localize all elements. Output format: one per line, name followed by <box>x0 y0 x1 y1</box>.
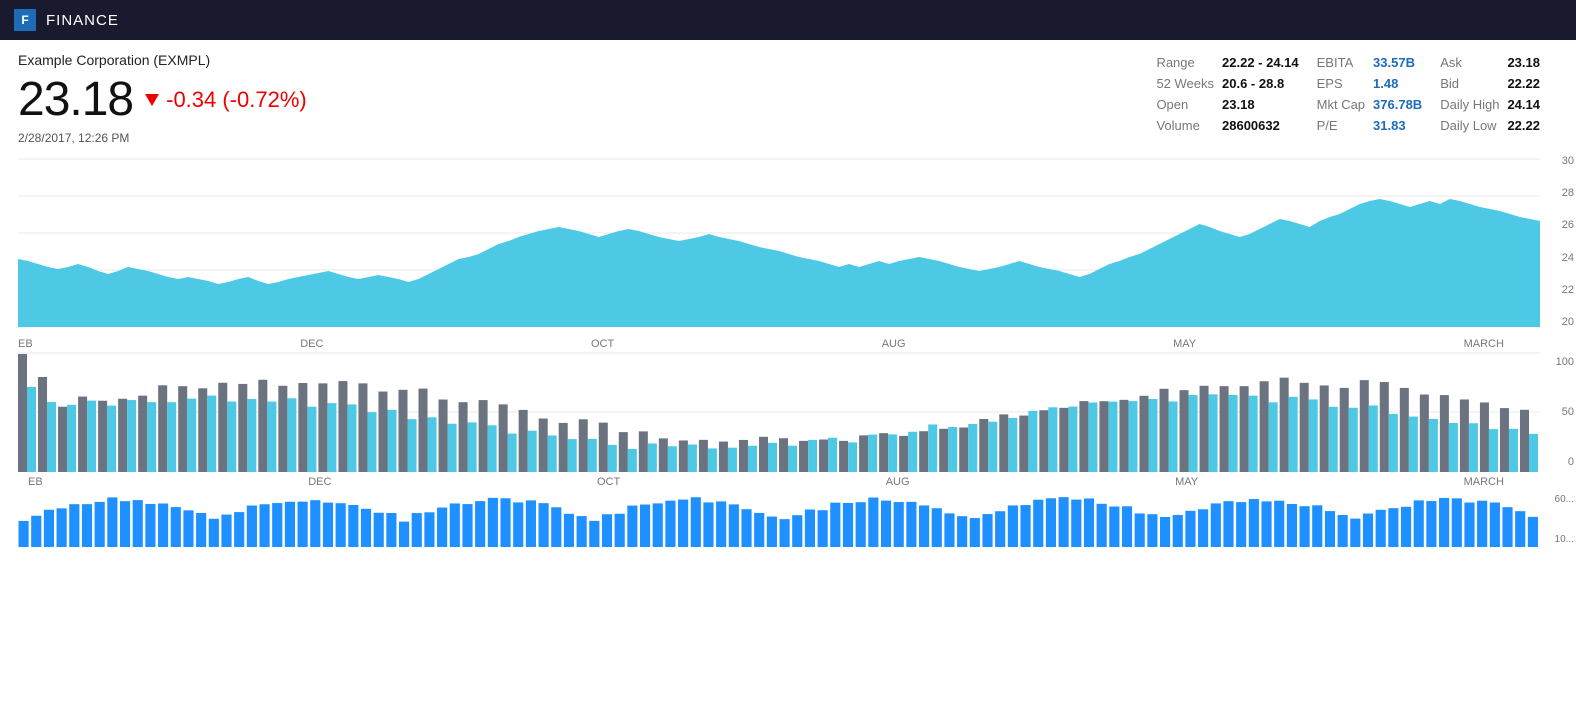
ebita-value: 33.57B <box>1373 52 1440 73</box>
stock-left-info: Example Corporation (EXMPL) 23.18 -0.34 … <box>18 52 307 145</box>
indicator-chart-wrapper: 100 50 0 <box>18 352 1576 472</box>
bid-label: Bid <box>1440 73 1507 94</box>
daily-high-value: 24.14 <box>1507 94 1558 115</box>
price-chart-svg <box>18 149 1540 334</box>
range-value: 22.22 - 24.14 <box>1222 52 1317 73</box>
price-x-axis: EB DEC OCT AUG MAY MARCH <box>18 334 1540 350</box>
price-axis-label-22: 22 <box>1542 284 1574 296</box>
ask-value: 23.18 <box>1507 52 1558 73</box>
x-label-march: MARCH <box>1464 338 1504 350</box>
daily-high-label: Daily High <box>1440 94 1507 115</box>
volume-value: 28600632 <box>1222 115 1317 136</box>
x-label-may: MAY <box>1173 338 1196 350</box>
stock-stats-table: Range 22.22 - 24.14 EBITA 33.57B Ask 23.… <box>1156 52 1558 136</box>
daily-low-value: 22.22 <box>1507 115 1558 136</box>
range-label: Range <box>1156 52 1222 73</box>
ind-x-label-march: MARCH <box>1464 476 1504 488</box>
eps-label: EPS <box>1317 73 1373 94</box>
mktcap-label: Mkt Cap <box>1317 94 1373 115</box>
stock-price: 23.18 <box>18 72 133 127</box>
indicator-axis-100: 100 <box>1542 356 1574 368</box>
x-label-dec: DEC <box>300 338 323 350</box>
price-y-axis: 30 28 26 24 22 20 <box>1540 149 1576 334</box>
mini-axis-top: 60... <box>1542 494 1574 505</box>
volume-label: Volume <box>1156 115 1222 136</box>
price-axis-label-24: 24 <box>1542 252 1574 264</box>
indicator-chart-svg <box>18 352 1540 472</box>
ind-x-label-dec: DEC <box>308 476 331 488</box>
mini-axis-bottom: 10... <box>1542 534 1574 545</box>
charts-area: 30 28 26 24 22 20 EB DEC OCT AUG MAY MAR… <box>0 149 1576 547</box>
price-row: 23.18 -0.34 (-0.72%) <box>18 72 307 127</box>
price-chart-wrapper: 30 28 26 24 22 20 <box>18 149 1576 334</box>
stock-info-section: Example Corporation (EXMPL) 23.18 -0.34 … <box>0 40 1576 149</box>
price-change: -0.34 (-0.72%) <box>145 87 307 113</box>
mini-chart-svg <box>18 492 1540 547</box>
ind-x-label-may: MAY <box>1175 476 1198 488</box>
weeks52-label: 52 Weeks <box>1156 73 1222 94</box>
app-header: F FINANCE <box>0 0 1576 40</box>
price-axis-label-26: 26 <box>1542 219 1574 231</box>
open-label: Open <box>1156 94 1222 115</box>
app-logo: F <box>14 9 36 31</box>
mini-y-axis: 60... 10... <box>1540 492 1576 547</box>
open-value: 23.18 <box>1222 94 1317 115</box>
eps-value: 1.48 <box>1373 73 1440 94</box>
weeks52-value: 20.6 - 28.8 <box>1222 73 1317 94</box>
mktcap-value: 376.78B <box>1373 94 1440 115</box>
ind-x-label-oct: OCT <box>597 476 620 488</box>
price-change-text: -0.34 (-0.72%) <box>166 87 307 113</box>
stock-datetime: 2/28/2017, 12:26 PM <box>18 131 307 145</box>
ask-label: Ask <box>1440 52 1507 73</box>
x-label-feb: EB <box>18 338 33 350</box>
price-axis-label-28: 28 <box>1542 187 1574 199</box>
indicator-y-axis: 100 50 0 <box>1540 352 1576 472</box>
ebita-label: EBITA <box>1317 52 1373 73</box>
logo-icon: F <box>21 13 28 27</box>
price-down-arrow-icon <box>145 94 159 106</box>
company-name: Example Corporation (EXMPL) <box>18 52 307 68</box>
mini-chart-wrapper: 60... 10... <box>18 492 1576 547</box>
pe-label: P/E <box>1317 115 1373 136</box>
x-label-oct: OCT <box>591 338 614 350</box>
ind-x-label-feb: EB <box>28 476 43 488</box>
ind-x-label-aug: AUG <box>886 476 910 488</box>
app-title: FINANCE <box>46 12 119 29</box>
pe-value: 31.83 <box>1373 115 1440 136</box>
daily-low-label: Daily Low <box>1440 115 1507 136</box>
x-label-aug: AUG <box>882 338 906 350</box>
indicator-axis-50: 50 <box>1542 406 1574 418</box>
price-axis-label-20: 20 <box>1542 316 1574 328</box>
indicator-axis-0: 0 <box>1542 456 1574 468</box>
indicator-x-axis: EB DEC OCT AUG MAY MARCH <box>18 472 1540 488</box>
bid-value: 22.22 <box>1507 73 1558 94</box>
price-axis-label-30: 30 <box>1542 155 1574 167</box>
